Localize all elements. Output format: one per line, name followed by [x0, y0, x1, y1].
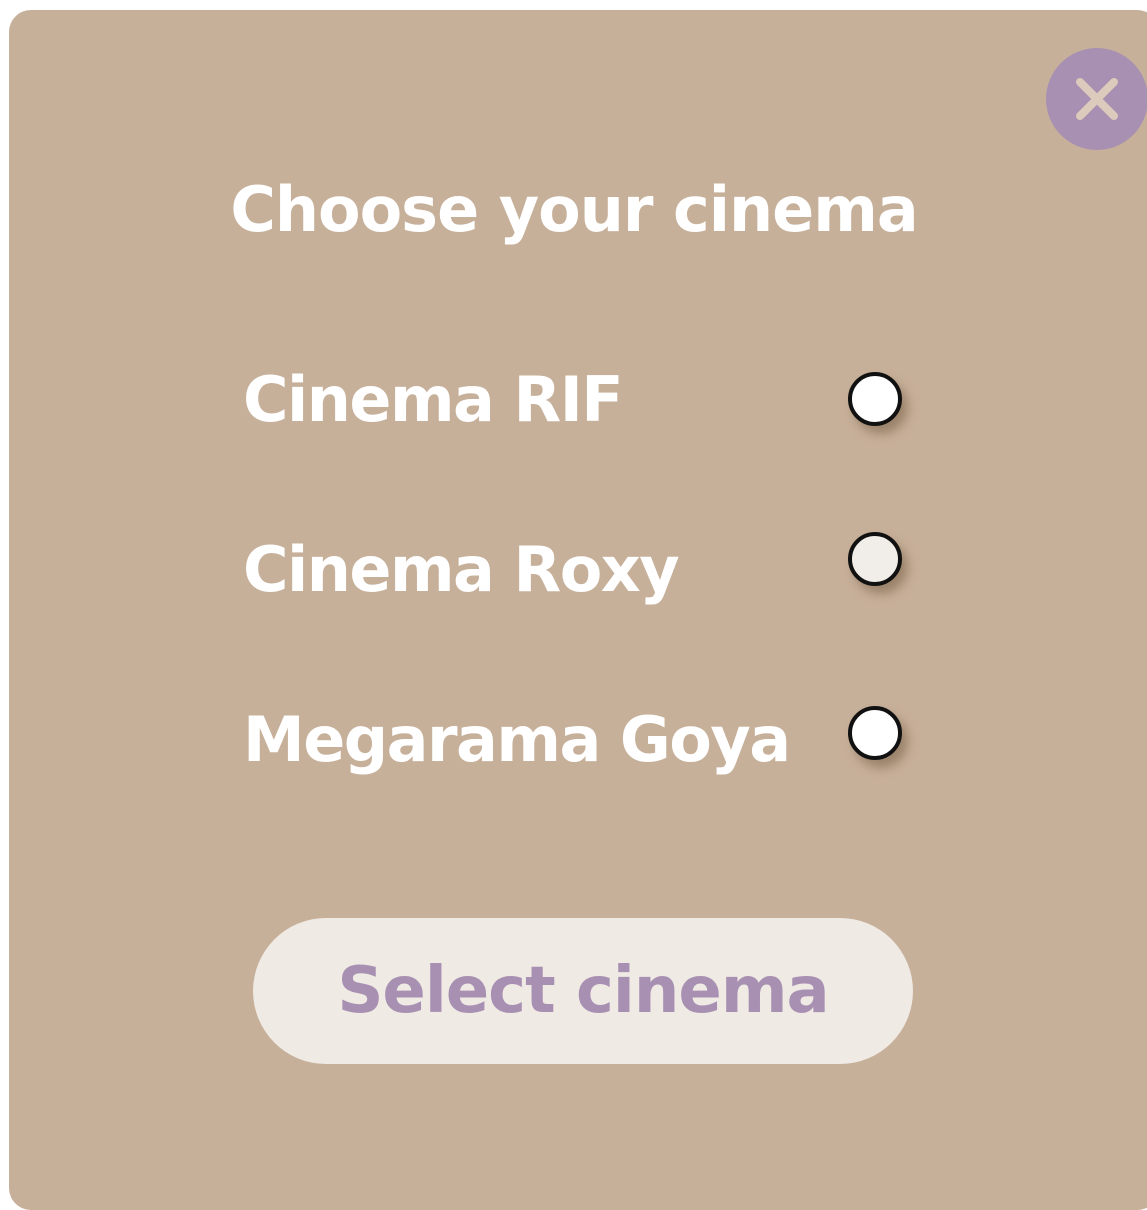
dialog-title: Choose your cinema: [230, 173, 918, 246]
cinema-radio-rif[interactable]: [848, 372, 902, 426]
cinema-radio-roxy[interactable]: [848, 532, 902, 586]
cinema-option-megarama-goya[interactable]: Megarama Goya: [243, 700, 923, 780]
close-button[interactable]: [1046, 48, 1147, 150]
cinema-option-rif[interactable]: Cinema RIF: [243, 360, 923, 440]
cinema-option-label: Megarama Goya: [243, 703, 791, 776]
cinema-option-label: Cinema RIF: [243, 363, 624, 436]
select-cinema-label: Select cinema: [337, 954, 829, 1028]
close-icon: [1076, 78, 1118, 120]
cinema-option-label: Cinema Roxy: [243, 533, 680, 606]
cinema-option-roxy[interactable]: Cinema Roxy: [243, 530, 923, 610]
cinema-radio-megarama-goya[interactable]: [848, 706, 902, 760]
cinema-dialog: Choose your cinema Cinema RIF Cinema Rox…: [9, 10, 1147, 1210]
select-cinema-button[interactable]: Select cinema: [253, 918, 913, 1064]
